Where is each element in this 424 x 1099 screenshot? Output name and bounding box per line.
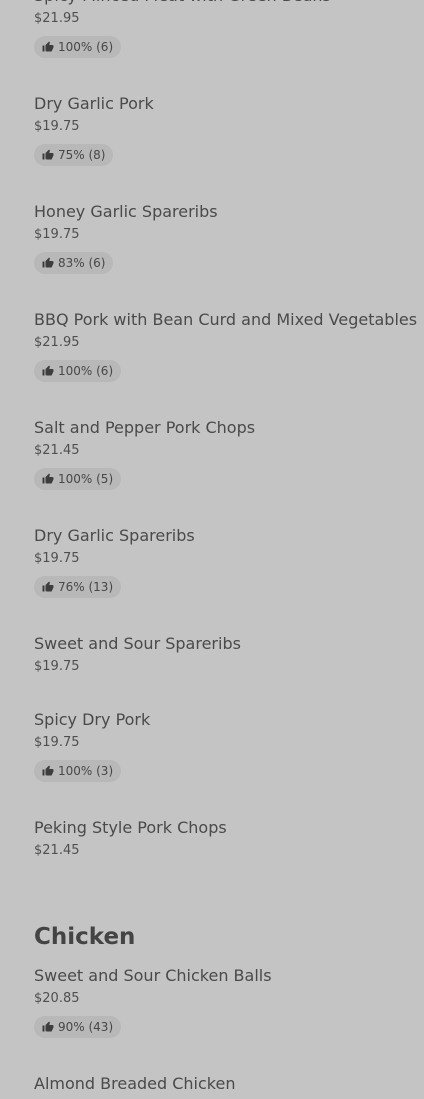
item-name: Sweet and Sour Chicken Balls bbox=[34, 966, 272, 985]
menu-item[interactable]: Sweet and Sour Spareribs $19.75 bbox=[34, 632, 241, 676]
thumbs-up-icon bbox=[42, 149, 54, 161]
rating-text: 90% (43) bbox=[58, 1020, 114, 1034]
thumbs-up-icon bbox=[42, 365, 54, 377]
rating-badge: 76% (13) bbox=[34, 576, 122, 598]
thumbs-up-icon bbox=[42, 581, 54, 593]
menu-item[interactable]: Honey Garlic Spareribs $19.75 83% (6) bbox=[34, 200, 218, 274]
menu-item[interactable]: Salt and Pepper Pork Chops $21.45 100% (… bbox=[34, 416, 255, 490]
rating-badge: 100% (6) bbox=[34, 36, 122, 58]
rating-badge: 100% (6) bbox=[34, 360, 122, 382]
item-price: $20.85 bbox=[34, 991, 80, 1006]
item-name: Peking Style Pork Chops bbox=[34, 818, 227, 837]
item-price: $19.75 bbox=[34, 659, 80, 674]
item-name: Spicy Minced Meat with Green Beans bbox=[34, 0, 331, 8]
menu-item[interactable]: Almond Breaded Chicken bbox=[34, 1072, 235, 1096]
item-name: Honey Garlic Spareribs bbox=[34, 202, 218, 221]
thumbs-up-icon bbox=[42, 41, 54, 53]
item-name: Sweet and Sour Spareribs bbox=[34, 634, 241, 653]
rating-badge: 100% (5) bbox=[34, 468, 122, 490]
rating-badge: 90% (43) bbox=[34, 1016, 122, 1038]
rating-text: 100% (5) bbox=[58, 472, 114, 486]
rating-text: 100% (6) bbox=[58, 364, 114, 378]
rating-badge: 100% (3) bbox=[34, 760, 122, 782]
menu-item[interactable]: Dry Garlic Pork $19.75 75% (8) bbox=[34, 92, 154, 166]
section-title-chicken: Chicken bbox=[34, 924, 136, 950]
item-price: $19.75 bbox=[34, 735, 80, 750]
rating-text: 100% (6) bbox=[58, 40, 114, 54]
item-name: BBQ Pork with Bean Curd and Mixed Vegeta… bbox=[34, 310, 418, 329]
menu-item[interactable]: Dry Garlic Spareribs $19.75 76% (13) bbox=[34, 524, 195, 598]
item-name: Spicy Dry Pork bbox=[34, 710, 151, 729]
menu-item[interactable]: Spicy Minced Meat with Green Beans $21.9… bbox=[34, 0, 331, 58]
item-price: $21.95 bbox=[34, 335, 80, 350]
menu-item[interactable]: BBQ Pork with Bean Curd and Mixed Vegeta… bbox=[34, 308, 417, 382]
rating-text: 100% (3) bbox=[58, 764, 114, 778]
item-name: Dry Garlic Pork bbox=[34, 94, 154, 113]
item-name: Salt and Pepper Pork Chops bbox=[34, 418, 256, 437]
menu-item[interactable]: Spicy Dry Pork $19.75 100% (3) bbox=[34, 708, 150, 782]
item-price: $19.75 bbox=[34, 227, 80, 242]
menu-item[interactable]: Sweet and Sour Chicken Balls $20.85 90% … bbox=[34, 964, 272, 1038]
item-name: Almond Breaded Chicken bbox=[34, 1074, 236, 1093]
thumbs-up-icon bbox=[42, 765, 54, 777]
rating-text: 83% (6) bbox=[58, 256, 106, 270]
thumbs-up-icon bbox=[42, 257, 54, 269]
item-price: $19.75 bbox=[34, 551, 80, 566]
item-price: $21.95 bbox=[34, 11, 80, 26]
thumbs-up-icon bbox=[42, 1021, 54, 1033]
thumbs-up-icon bbox=[42, 473, 54, 485]
item-price: $21.45 bbox=[34, 443, 80, 458]
item-price: $21.45 bbox=[34, 843, 80, 858]
rating-badge: 75% (8) bbox=[34, 144, 114, 166]
item-name: Dry Garlic Spareribs bbox=[34, 526, 195, 545]
rating-badge: 83% (6) bbox=[34, 252, 114, 274]
rating-text: 76% (13) bbox=[58, 580, 114, 594]
menu-item[interactable]: Peking Style Pork Chops $21.45 bbox=[34, 816, 227, 860]
rating-text: 75% (8) bbox=[58, 148, 106, 162]
item-price: $19.75 bbox=[34, 119, 80, 134]
